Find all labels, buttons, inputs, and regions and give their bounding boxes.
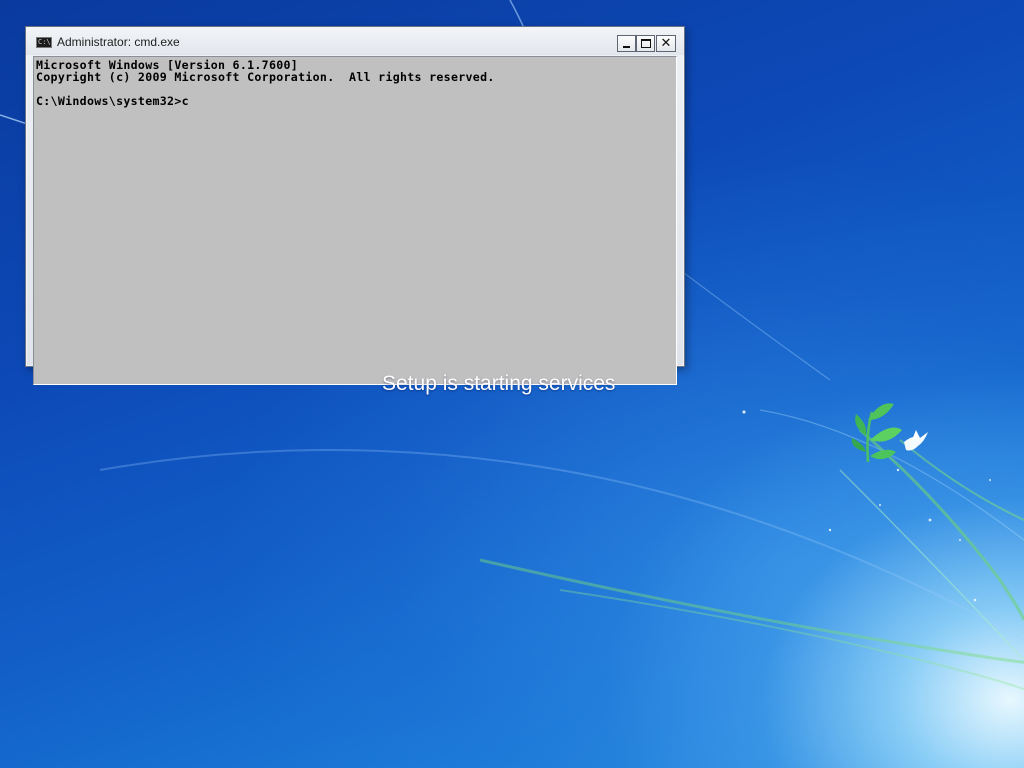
setup-status-text: Setup is starting services xyxy=(382,372,616,395)
console-prompt-line[interactable]: C:\Windows\system32>c xyxy=(36,95,676,107)
close-icon: ✕ xyxy=(660,36,672,51)
maximize-icon xyxy=(641,39,651,48)
window-title: Administrator: cmd.exe xyxy=(57,35,180,49)
cmd-window[interactable]: C:\ Administrator: cmd.exe ✕ Microsoft W… xyxy=(25,26,685,385)
console-output[interactable]: Microsoft Windows [Version 6.1.7600] Cop… xyxy=(33,56,677,385)
bird-icon xyxy=(904,430,928,451)
title-bar[interactable]: C:\ Administrator: cmd.exe ✕ xyxy=(26,27,684,55)
close-button[interactable]: ✕ xyxy=(656,35,676,52)
sprout-icon xyxy=(851,403,902,463)
minimize-icon xyxy=(623,46,630,48)
console-line: Copyright (c) 2009 Microsoft Corporation… xyxy=(36,70,495,84)
cmd-icon: C:\ xyxy=(36,37,52,48)
minimize-button[interactable] xyxy=(617,35,636,52)
maximize-button[interactable] xyxy=(636,35,655,52)
